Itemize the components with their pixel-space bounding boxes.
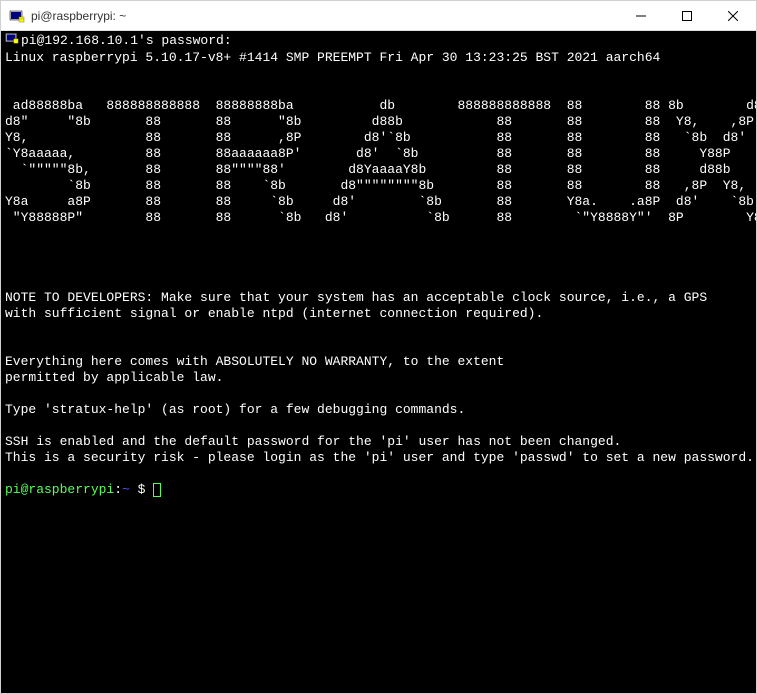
- maximize-button[interactable]: [664, 1, 710, 31]
- dev-note-1: NOTE TO DEVELOPERS: Make sure that your …: [5, 290, 707, 305]
- prompt-colon: :: [114, 482, 122, 497]
- putty-window: pi@raspberrypi: ~ pi@192.168.10.1's pass…: [0, 0, 757, 694]
- ssh-warning-1: SSH is enabled and the default password …: [5, 434, 621, 449]
- terminal-cursor: [153, 483, 161, 497]
- prompt-userhost: pi@raspberrypi: [5, 482, 114, 497]
- login-prompt: pi@192.168.10.1's password:: [21, 33, 232, 49]
- putty-icon: [9, 8, 25, 24]
- putty-small-icon: [5, 31, 21, 50]
- dev-note-2: with sufficient signal or enable ntpd (i…: [5, 306, 543, 321]
- window-controls: [618, 1, 756, 31]
- warranty-2: permitted by applicable law.: [5, 370, 223, 385]
- ssh-warning-2: This is a security risk - please login a…: [5, 450, 754, 465]
- help-hint: Type 'stratux-help' (as root) for a few …: [5, 402, 465, 417]
- prompt-path: ~: [122, 482, 138, 497]
- close-button[interactable]: [710, 1, 756, 31]
- kernel-info: Linux raspberrypi 5.10.17-v8+ #1414 SMP …: [5, 50, 660, 65]
- window-title: pi@raspberrypi: ~: [31, 9, 618, 23]
- prompt-symbol: $: [138, 482, 154, 497]
- terminal-output[interactable]: pi@192.168.10.1's password:Linux raspber…: [1, 31, 756, 693]
- minimize-button[interactable]: [618, 1, 664, 31]
- titlebar[interactable]: pi@raspberrypi: ~: [1, 1, 756, 31]
- ascii-banner: ad88888ba 888888888888 88888888ba db 888…: [5, 98, 756, 225]
- warranty-1: Everything here comes with ABSOLUTELY NO…: [5, 354, 504, 369]
